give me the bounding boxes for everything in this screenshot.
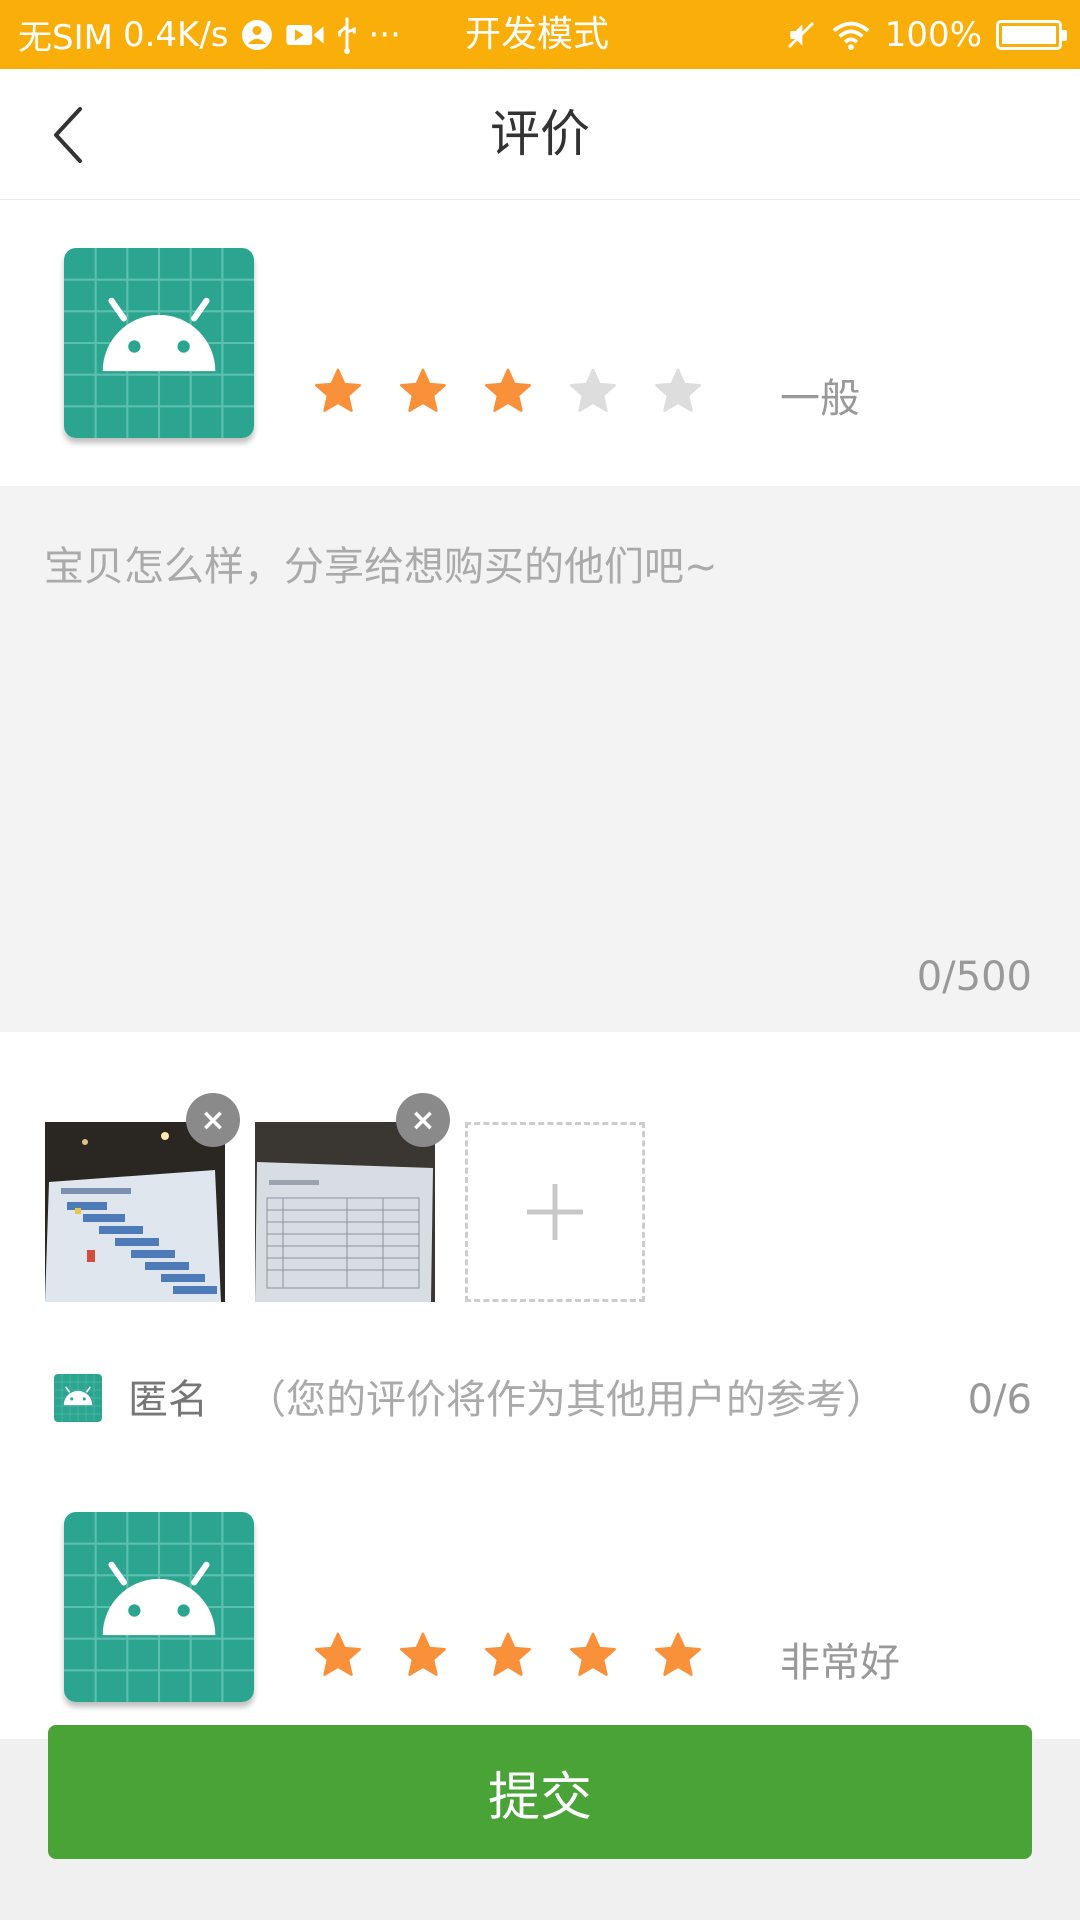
product-image (64, 1512, 254, 1702)
product-image (64, 248, 254, 438)
review-placeholder: 宝贝怎么样，分享给想购买的他们吧~ (44, 544, 718, 590)
anonymous-label[interactable]: 匿名 (128, 1372, 208, 1428)
status-left: 无SIM 0.4K/s ··· (18, 0, 401, 69)
wifi-icon (831, 19, 871, 51)
review-char-counter: 0/500 (916, 954, 1032, 1000)
developer-mode-text: 开发模式 (465, 14, 610, 55)
photo-thumbnail[interactable] (255, 1122, 435, 1302)
star-rating[interactable] (312, 366, 704, 418)
product-rating-primary: 一般 (0, 238, 1080, 438)
mute-icon (785, 19, 817, 51)
remove-photo-button[interactable]: × (396, 1093, 450, 1147)
video-icon (285, 20, 325, 50)
photo-thumbnail[interactable] (45, 1122, 225, 1302)
page-title: 评价 (490, 105, 590, 163)
sync-icon (239, 17, 275, 53)
star-rating[interactable] (312, 1630, 704, 1682)
network-speed: 0.4K/s (122, 14, 229, 55)
title-bar: 评价 (0, 69, 1080, 200)
add-photo-button[interactable] (465, 1122, 645, 1302)
status-right: 100% (785, 0, 1067, 69)
remove-photo-button[interactable]: × (186, 1093, 240, 1147)
submit-button[interactable]: 提交 (48, 1725, 1032, 1859)
star-filled-icon[interactable] (397, 366, 449, 418)
star-filled-icon[interactable] (312, 366, 364, 418)
star-filled-icon[interactable] (312, 1630, 364, 1682)
carrier-text: 无SIM (18, 18, 113, 58)
star-filled-icon[interactable] (397, 1630, 449, 1682)
review-textarea[interactable]: 宝贝怎么样，分享给想购买的他们吧~ 0/500 (0, 486, 1080, 1032)
star-filled-icon[interactable] (652, 1630, 704, 1682)
rating-label: 一般 (780, 376, 860, 422)
star-filled-icon[interactable] (482, 366, 534, 418)
status-bar: 无SIM 0.4K/s ··· 开发模式 100% (0, 0, 1080, 69)
usb-icon (335, 16, 359, 54)
battery-percent: 100% (884, 14, 982, 55)
photo-count: 0/6 (967, 1377, 1032, 1423)
anonymous-checkbox-icon[interactable] (54, 1374, 102, 1422)
star-filled-icon[interactable] (567, 1630, 619, 1682)
anonymous-row: 匿名 （您的评价将作为其他用户的参考） 0/6 (0, 1372, 1080, 1428)
plus-icon (527, 1184, 583, 1240)
battery-icon (996, 19, 1067, 50)
anonymous-hint: （您的评价将作为其他用户的参考） (246, 1377, 886, 1423)
more-indicator: ··· (368, 14, 401, 55)
star-empty-icon[interactable] (567, 366, 619, 418)
product-rating-secondary: 非常好 (0, 1502, 1080, 1702)
star-filled-icon[interactable] (482, 1630, 534, 1682)
rating-label: 非常好 (780, 1640, 900, 1686)
star-empty-icon[interactable] (652, 366, 704, 418)
